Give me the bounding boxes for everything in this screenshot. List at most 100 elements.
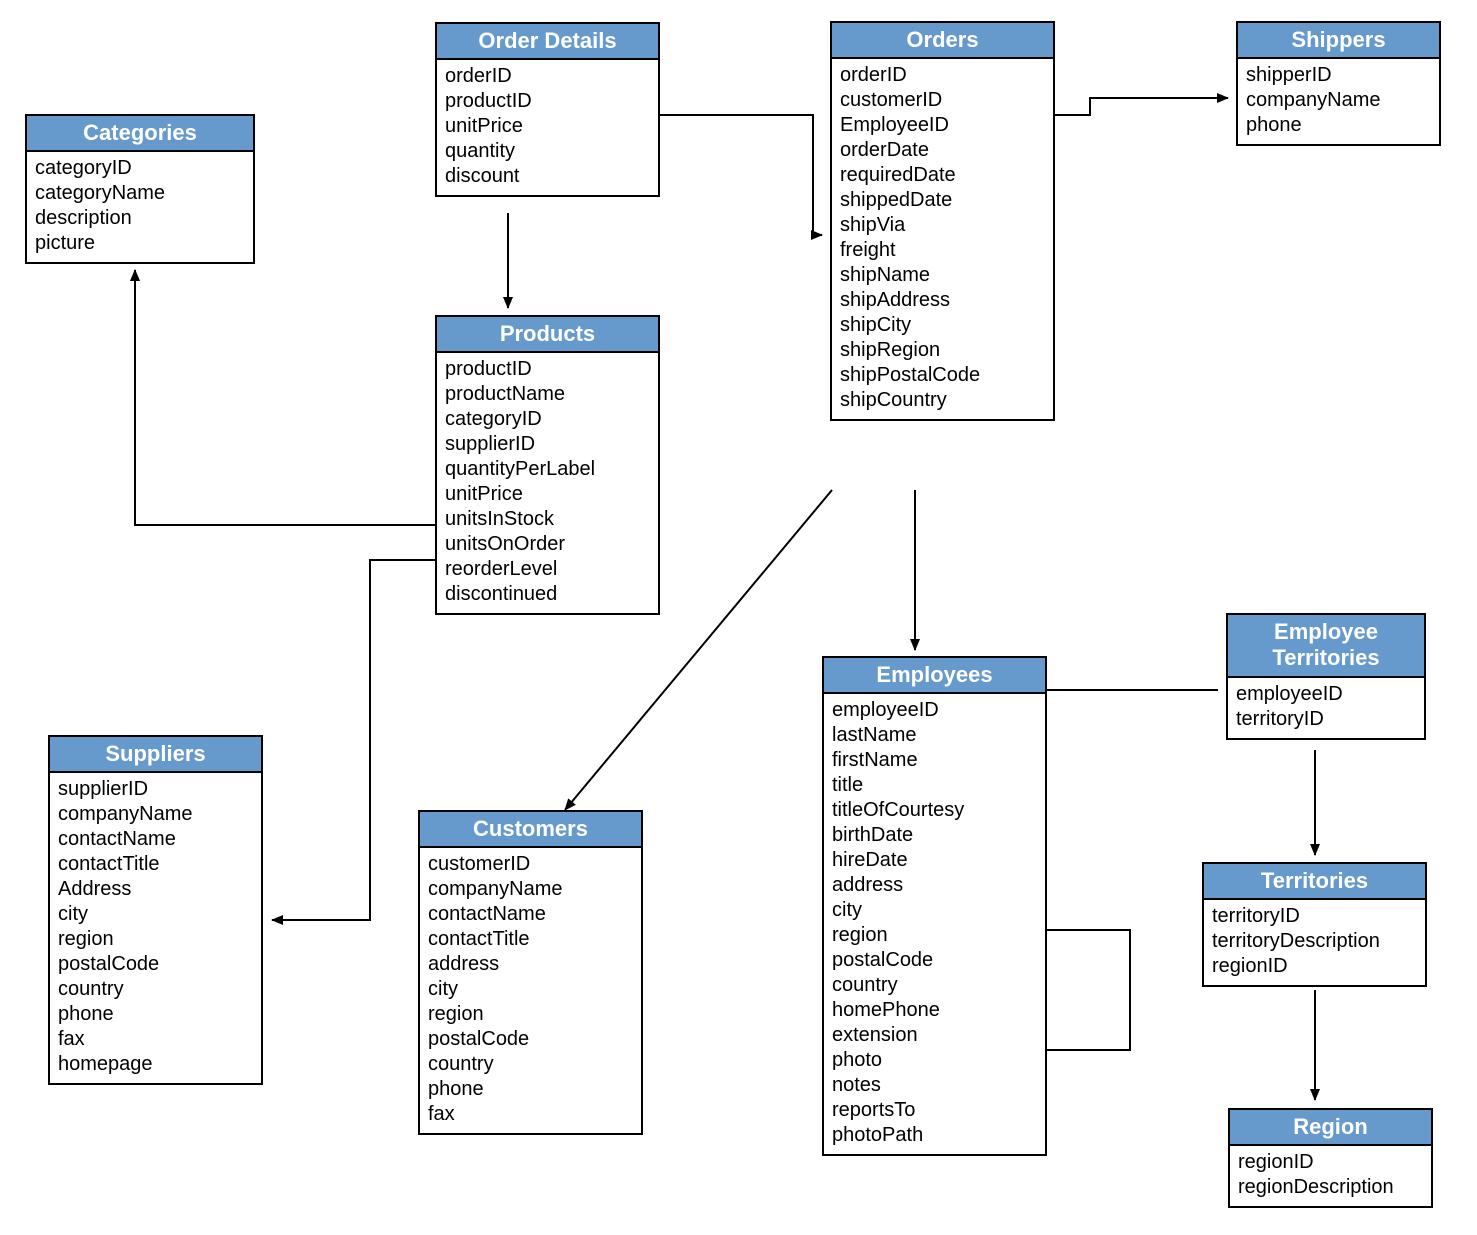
entity-field: city <box>58 902 253 927</box>
entity-field: contactName <box>428 902 633 927</box>
entity-fields: orderIDproductIDunitPricequantitydiscoun… <box>437 60 658 195</box>
entity-field: reorderLevel <box>445 557 650 582</box>
entity-field: contactTitle <box>428 927 633 952</box>
entity-field: categoryName <box>35 181 245 206</box>
entity-suppliers: Suppliers supplierIDcompanyNamecontactNa… <box>48 735 263 1085</box>
entity-field: territoryID <box>1236 707 1416 732</box>
entity-field: unitsInStock <box>445 507 650 532</box>
entity-order-details: Order Details orderIDproductIDunitPriceq… <box>435 22 660 197</box>
entity-region: Region regionIDregionDescription <box>1228 1108 1433 1208</box>
er-diagram-canvas: Categories categoryIDcategoryNamedescrip… <box>0 0 1477 1235</box>
entity-field: productID <box>445 89 650 114</box>
entity-field: firstName <box>832 748 1037 773</box>
entity-field: postalCode <box>428 1027 633 1052</box>
entity-title: Customers <box>420 812 641 848</box>
entity-field: freight <box>840 238 1045 263</box>
entity-field: companyName <box>428 877 633 902</box>
entity-field: postalCode <box>58 952 253 977</box>
entity-field: regionID <box>1212 954 1417 979</box>
entity-field: employeeID <box>1236 682 1416 707</box>
entity-field: photoPath <box>832 1123 1037 1148</box>
entity-field: companyName <box>58 802 253 827</box>
entity-field: supplierID <box>445 432 650 457</box>
entity-field: supplierID <box>58 777 253 802</box>
entity-field: region <box>832 923 1037 948</box>
entity-field: photo <box>832 1048 1037 1073</box>
entity-customers: Customers customerIDcompanyNamecontactNa… <box>418 810 643 1135</box>
entity-field: country <box>58 977 253 1002</box>
entity-field: address <box>832 873 1037 898</box>
entity-field: city <box>428 977 633 1002</box>
entity-fields: employeeIDlastNamefirstNametitletitleOfC… <box>824 694 1045 1154</box>
entity-field: city <box>832 898 1037 923</box>
entity-employees: Employees employeeIDlastNamefirstNametit… <box>822 656 1047 1156</box>
entity-field: extension <box>832 1023 1037 1048</box>
entity-fields: categoryIDcategoryNamedescriptionpicture <box>27 152 253 262</box>
entity-field: customerID <box>840 88 1045 113</box>
entity-field: country <box>832 973 1037 998</box>
entity-field: phone <box>428 1077 633 1102</box>
entity-shippers: Shippers shipperIDcompanyNamephone <box>1236 21 1441 146</box>
entity-field: employeeID <box>832 698 1037 723</box>
entity-fields: territoryIDterritoryDescriptionregionID <box>1204 900 1425 985</box>
entity-field: postalCode <box>832 948 1037 973</box>
entity-fields: employeeIDterritoryID <box>1228 678 1424 738</box>
entity-products: Products productIDproductNamecategoryIDs… <box>435 315 660 615</box>
entity-fields: orderIDcustomerIDEmployeeIDorderDaterequ… <box>832 59 1053 419</box>
entity-orders: Orders orderIDcustomerIDEmployeeIDorderD… <box>830 21 1055 421</box>
entity-field: unitPrice <box>445 114 650 139</box>
entity-field: orderID <box>445 64 650 89</box>
entity-field: territoryDescription <box>1212 929 1417 954</box>
entity-field: companyName <box>1246 88 1431 113</box>
entity-title: Employees <box>824 658 1045 694</box>
entity-field: contactName <box>58 827 253 852</box>
entity-fields: customerIDcompanyNamecontactNamecontactT… <box>420 848 641 1133</box>
entity-title: Territories <box>1204 864 1425 900</box>
entity-field: orderDate <box>840 138 1045 163</box>
entity-field: birthDate <box>832 823 1037 848</box>
entity-field: EmployeeID <box>840 113 1045 138</box>
entity-title: Region <box>1230 1110 1431 1146</box>
entity-field: productID <box>445 357 650 382</box>
entity-field: fax <box>428 1102 633 1127</box>
entity-fields: regionIDregionDescription <box>1230 1146 1431 1206</box>
entity-title: Employee Territories <box>1228 615 1424 678</box>
entity-field: productName <box>445 382 650 407</box>
entity-field: country <box>428 1052 633 1077</box>
entity-field: unitsOnOrder <box>445 532 650 557</box>
entity-field: regionDescription <box>1238 1175 1423 1200</box>
entity-field: shipRegion <box>840 338 1045 363</box>
entity-field: region <box>58 927 253 952</box>
entity-field: quantity <box>445 139 650 164</box>
entity-field: homepage <box>58 1052 253 1077</box>
entity-field: categoryID <box>35 156 245 181</box>
entity-field: orderID <box>840 63 1045 88</box>
entity-title: Products <box>437 317 658 353</box>
entity-field: title <box>832 773 1037 798</box>
entity-title: Orders <box>832 23 1053 59</box>
entity-fields: supplierIDcompanyNamecontactNamecontactT… <box>50 773 261 1083</box>
entity-field: lastName <box>832 723 1037 748</box>
entity-field: homePhone <box>832 998 1037 1023</box>
entity-fields: shipperIDcompanyNamephone <box>1238 59 1439 144</box>
entity-field: shipVia <box>840 213 1045 238</box>
entity-field: notes <box>832 1073 1037 1098</box>
entity-employee-territories: Employee Territories employeeIDterritory… <box>1226 613 1426 740</box>
entity-field: shipAddress <box>840 288 1045 313</box>
entity-field: address <box>428 952 633 977</box>
entity-field: shipPostalCode <box>840 363 1045 388</box>
entity-field: shippedDate <box>840 188 1045 213</box>
entity-field: hireDate <box>832 848 1037 873</box>
entity-field: categoryID <box>445 407 650 432</box>
entity-territories: Territories territoryIDterritoryDescript… <box>1202 862 1427 987</box>
entity-field: shipperID <box>1246 63 1431 88</box>
entity-field: territoryID <box>1212 904 1417 929</box>
entity-field: customerID <box>428 852 633 877</box>
entity-field: picture <box>35 231 245 256</box>
entity-field: regionID <box>1238 1150 1423 1175</box>
entity-field: description <box>35 206 245 231</box>
entity-field: shipCity <box>840 313 1045 338</box>
entity-title: Order Details <box>437 24 658 60</box>
entity-field: discontinued <box>445 582 650 607</box>
entity-field: quantityPerLabel <box>445 457 650 482</box>
